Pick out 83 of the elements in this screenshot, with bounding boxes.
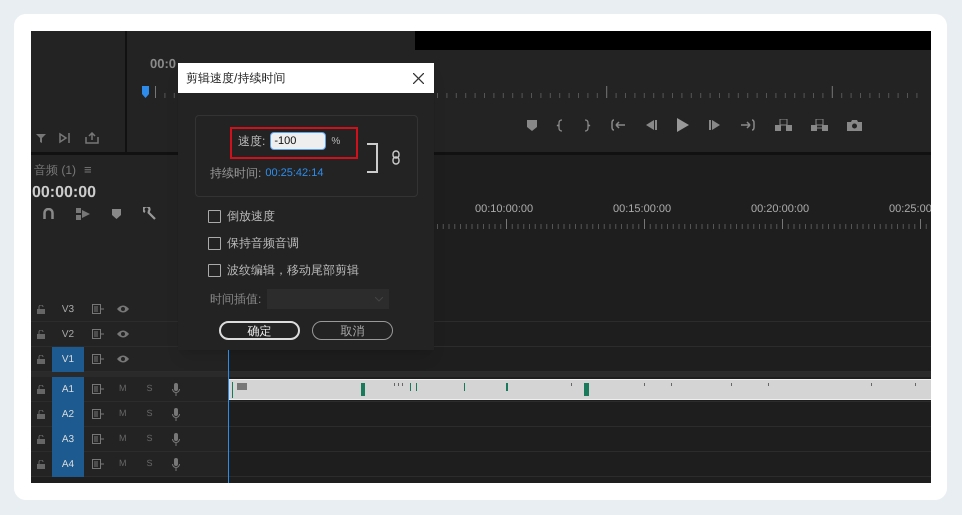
lock-icon[interactable]	[37, 410, 45, 418]
audio-clip[interactable]	[228, 378, 931, 400]
go-to-out-icon[interactable]	[740, 119, 756, 131]
link-icon[interactable]	[392, 150, 400, 165]
microphone-icon[interactable]	[172, 432, 180, 446]
microphone-icon[interactable]	[172, 458, 180, 470]
dialog-title: 剪辑速度/持续时间	[186, 70, 286, 87]
ok-button[interactable]: 确定	[219, 321, 300, 340]
marker-icon[interactable]	[527, 120, 537, 130]
mute-toggle[interactable]: M	[119, 382, 126, 396]
track-target[interactable]: A2	[52, 402, 84, 426]
sync-lock-icon[interactable]	[92, 384, 105, 394]
lift-icon[interactable]	[775, 118, 792, 132]
timecode: 00:0	[150, 55, 176, 74]
lock-icon[interactable]	[37, 384, 45, 394]
mute-toggle[interactable]: M	[119, 432, 126, 446]
wrench-icon[interactable]	[143, 207, 156, 220]
duration-value[interactable]: 00:25:42:14	[265, 164, 324, 182]
magnet-icon[interactable]	[43, 208, 54, 219]
duration-label: 持续时间:	[210, 165, 262, 182]
track-target[interactable]: A1	[52, 376, 84, 402]
checkbox-label: 倒放速度	[227, 208, 275, 225]
eye-icon[interactable]	[117, 330, 129, 338]
mute-toggle[interactable]: M	[119, 457, 126, 471]
mark-in-icon[interactable]	[556, 118, 564, 132]
eye-icon[interactable]	[117, 305, 129, 313]
marker-icon[interactable]	[112, 208, 121, 218]
extract-icon[interactable]	[811, 118, 828, 132]
lock-icon[interactable]	[37, 304, 45, 314]
chevron-icon	[375, 296, 384, 302]
timecode: 00:00:00	[31, 185, 98, 201]
interpolation-label: 时间插值:	[210, 291, 262, 308]
sync-lock-icon[interactable]	[92, 459, 105, 469]
close-icon[interactable]	[413, 72, 424, 84]
track-target[interactable]: V2	[52, 322, 84, 346]
cancel-button[interactable]: 取消	[312, 321, 393, 340]
sync-lock-icon[interactable]	[92, 304, 105, 314]
eye-icon[interactable]	[117, 355, 129, 363]
sync-lock-icon[interactable]	[92, 434, 105, 444]
export-frame-icon[interactable]	[85, 132, 99, 144]
playhead-marker-icon[interactable]	[142, 86, 149, 98]
checkbox[interactable]	[208, 264, 221, 276]
track-target[interactable]: A3	[52, 426, 84, 452]
checkbox[interactable]	[208, 236, 221, 250]
speed-input[interactable]: -100	[270, 132, 326, 150]
insert-icon[interactable]	[59, 132, 73, 144]
speed-label: 速度:	[238, 133, 266, 150]
track-target[interactable]: V1	[52, 346, 84, 372]
checkbox-label: 保持音频音调	[227, 235, 299, 252]
ruler-label: 00:20:00:00	[751, 202, 810, 217]
filter-icon[interactable]	[35, 132, 47, 144]
go-to-in-icon[interactable]	[610, 119, 626, 131]
lock-icon[interactable]	[37, 354, 45, 364]
track-target[interactable]: A4	[52, 452, 84, 476]
solo-toggle[interactable]: S	[146, 432, 153, 446]
solo-toggle[interactable]: S	[146, 457, 153, 471]
sync-lock-icon[interactable]	[92, 354, 105, 364]
solo-toggle[interactable]: S	[146, 407, 153, 421]
sequence-tab[interactable]: 音频 (1)	[34, 161, 76, 179]
ruler-label: 00:25:00	[889, 202, 931, 217]
mute-toggle[interactable]: M	[119, 407, 126, 421]
step-back-icon[interactable]	[645, 119, 658, 131]
microphone-icon[interactable]	[172, 382, 180, 396]
lock-icon[interactable]	[37, 434, 45, 444]
percent-unit: %	[331, 134, 340, 148]
step-forward-icon[interactable]	[708, 119, 721, 131]
play-icon[interactable]	[677, 118, 689, 132]
ruler-label: 00:15:00:00	[613, 202, 672, 217]
track-target[interactable]: V3	[52, 296, 84, 322]
checkbox[interactable]	[208, 210, 221, 222]
sync-lock-icon[interactable]	[92, 409, 105, 419]
solo-toggle[interactable]: S	[146, 382, 153, 396]
lock-icon[interactable]	[37, 460, 45, 468]
camera-icon[interactable]	[847, 119, 862, 131]
linked-selection-icon[interactable]	[76, 208, 90, 220]
mark-out-icon[interactable]	[583, 118, 591, 132]
microphone-icon[interactable]	[172, 408, 180, 420]
sync-lock-icon[interactable]	[92, 329, 105, 339]
bracket-icon	[367, 143, 378, 173]
ruler-label: 00:10:00:00	[475, 202, 534, 217]
checkbox-label: 波纹编辑，移动尾部剪辑	[227, 262, 359, 279]
lock-icon[interactable]	[37, 330, 45, 338]
panel-menu[interactable]: ≡	[84, 160, 92, 180]
